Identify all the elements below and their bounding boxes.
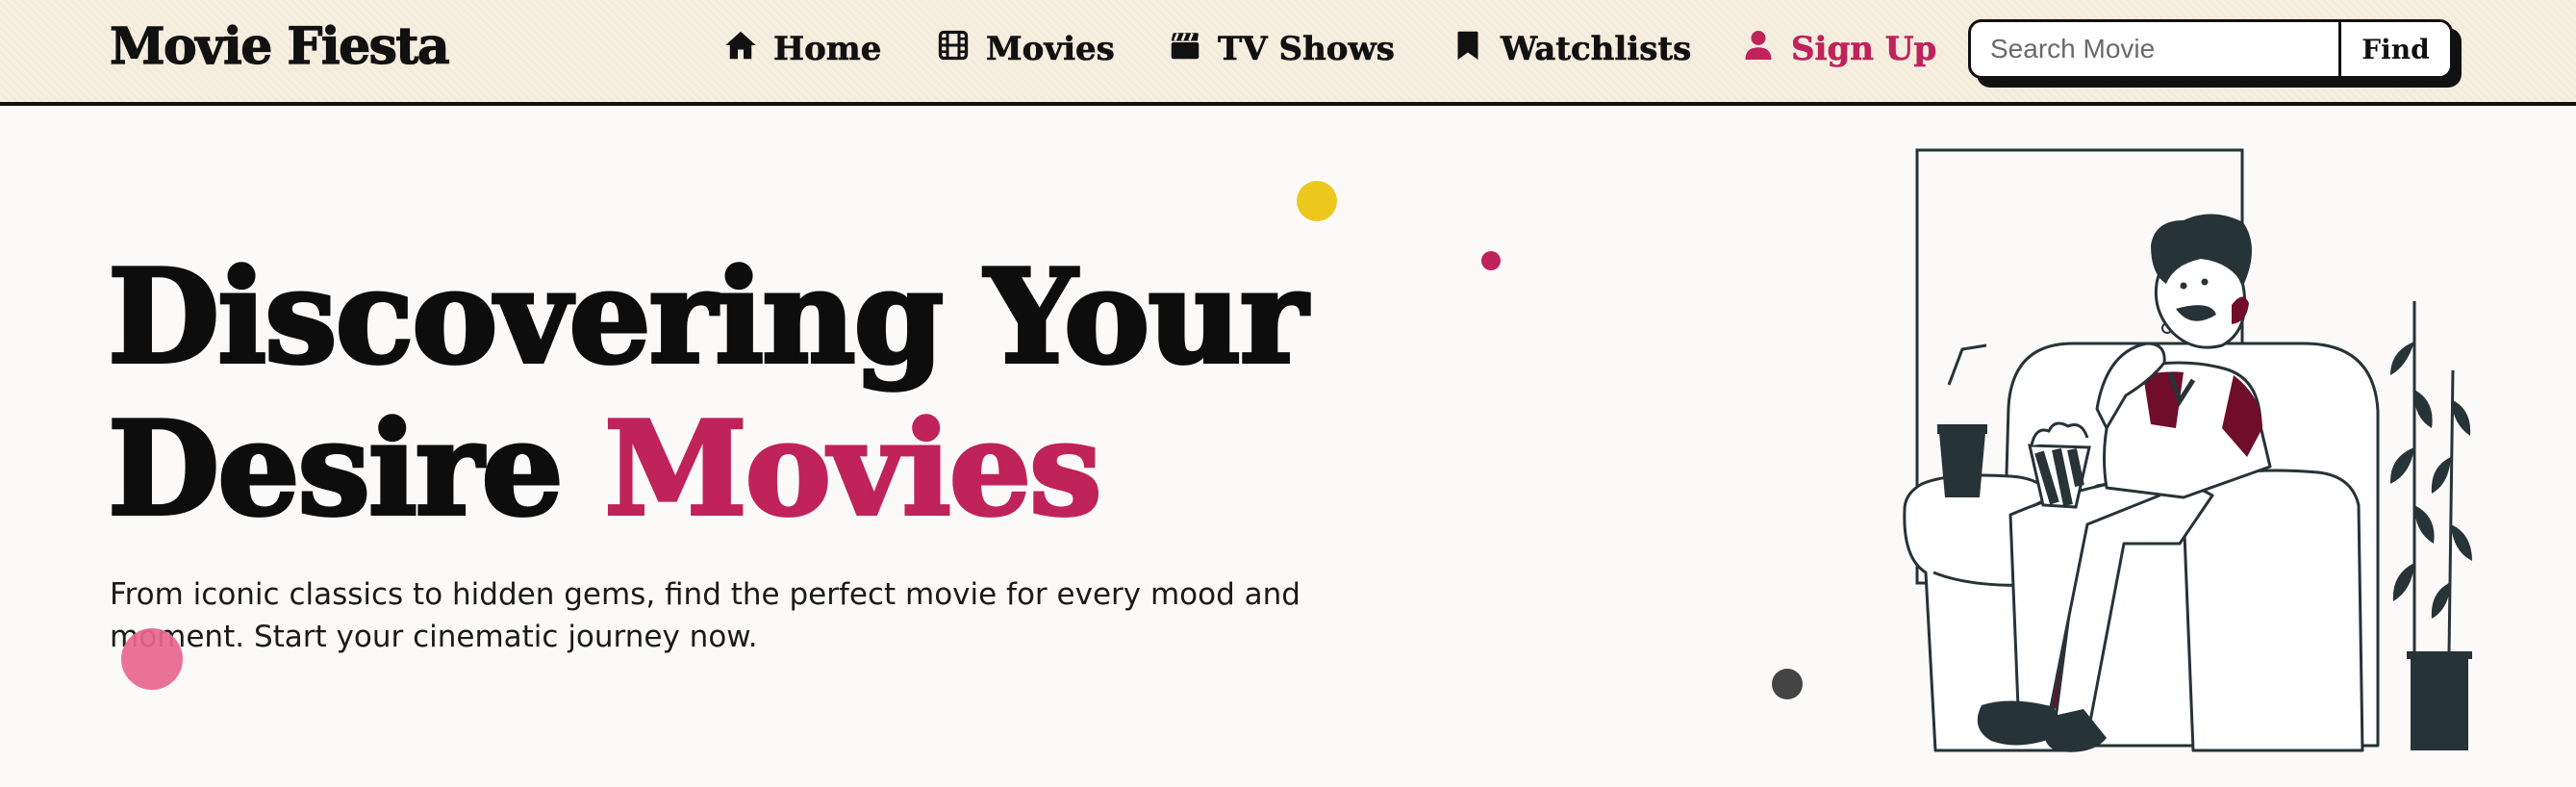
decor-dot-dark (1772, 669, 1803, 699)
film-icon (936, 28, 971, 71)
user-icon (1741, 28, 1776, 71)
hero-subtitle: From iconic classics to hidden gems, fin… (110, 577, 1301, 654)
potted-plant (2389, 301, 2472, 750)
decor-dot-crimson (1481, 251, 1501, 270)
hero-title-accent: Movies (602, 391, 1103, 546)
nav-tv-shows[interactable]: TV Shows (1168, 27, 1395, 71)
nav-home-label: Home (773, 30, 882, 69)
search-box: Find (1968, 19, 2453, 79)
nav-movies[interactable]: Movies (936, 27, 1115, 71)
hero-illustration (1903, 148, 2472, 752)
bookmark-icon (1451, 28, 1485, 71)
nav-watchlists[interactable]: Watchlists (1451, 27, 1692, 71)
home-icon (723, 28, 758, 71)
drink-cup (1937, 343, 1987, 497)
hero-title-line2-plain: Desire (106, 391, 566, 546)
navbar: Movie Fiesta Home Movies TV Shows Watchl… (0, 0, 2576, 106)
nav-sign-up-label: Sign Up (1791, 30, 1937, 69)
find-button[interactable]: Find (2338, 22, 2450, 76)
nav-watchlists-label: Watchlists (1501, 30, 1692, 69)
decor-dot-pink (121, 628, 183, 690)
clapperboard-icon (1168, 28, 1202, 71)
nav-home[interactable]: Home (723, 27, 882, 71)
search-input[interactable] (1971, 22, 2338, 76)
nav-tv-shows-label: TV Shows (1218, 30, 1395, 69)
nav-movies-label: Movies (986, 30, 1115, 69)
brand-logo[interactable]: Movie Fiesta (109, 16, 450, 76)
search-form: Find (1968, 19, 2462, 88)
decor-dot-yellow (1297, 181, 1337, 221)
nav-sign-up[interactable]: Sign Up (1741, 27, 1937, 71)
hero-title: Discovering Your Desire Movies (106, 239, 1309, 546)
hero-title-line1: Discovering Your (106, 239, 1309, 394)
